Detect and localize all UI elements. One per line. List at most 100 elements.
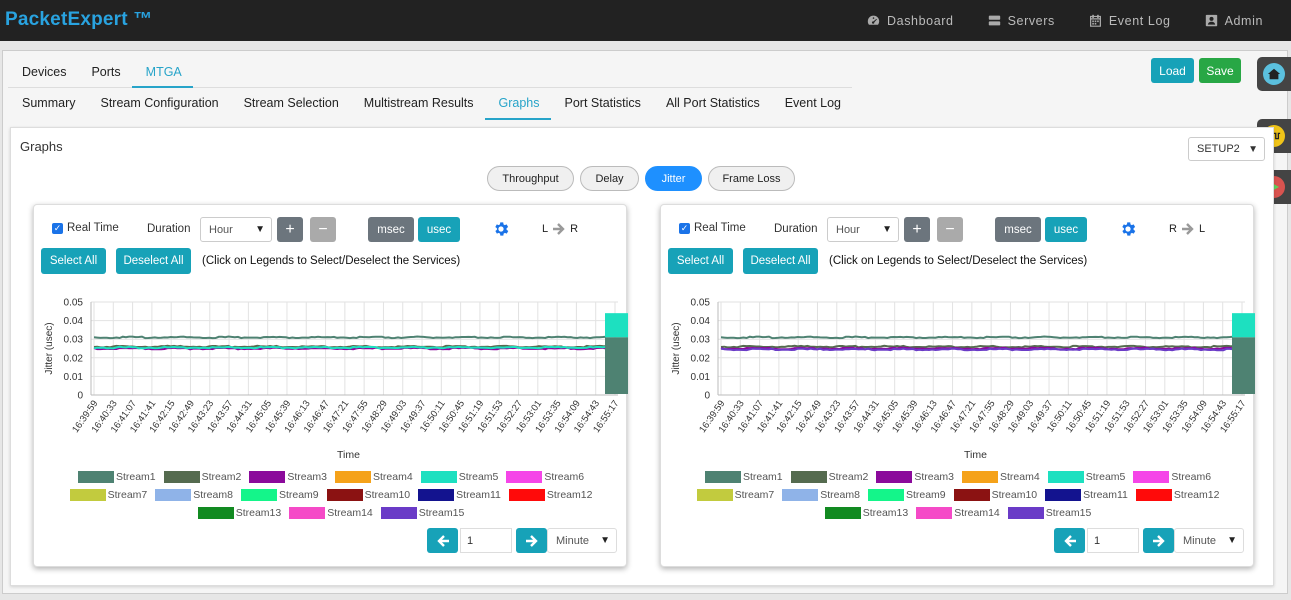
duration-value: Hour: [209, 223, 233, 236]
legend-item[interactable]: Stream10: [953, 489, 1037, 501]
legend-swatch: [77, 471, 114, 483]
tab-port-statistics[interactable]: Port Statistics: [551, 90, 652, 120]
tab-jitter[interactable]: Jitter: [645, 166, 702, 191]
realtime-label: Real Time: [694, 222, 746, 234]
checkbox-checked-icon[interactable]: ✓: [679, 222, 690, 234]
zoom-in-button[interactable]: +: [904, 217, 930, 242]
legend-item[interactable]: Stream10: [326, 489, 411, 501]
prev-page-button[interactable]: [1054, 528, 1085, 553]
tab-stream-configuration[interactable]: Stream Configuration: [86, 90, 229, 120]
legend-label: Stream13: [862, 507, 909, 519]
legend-item[interactable]: Stream8: [155, 489, 233, 501]
legend-item[interactable]: Stream12: [508, 489, 592, 501]
legend-item[interactable]: Stream1: [704, 471, 783, 483]
tab-event-log[interactable]: Event Log: [771, 90, 852, 120]
y-tick-label: 0.02: [64, 353, 84, 364]
tab-stream-selection[interactable]: Stream Selection: [230, 90, 350, 120]
plus-icon: +: [912, 220, 922, 238]
prev-page-button[interactable]: [427, 528, 458, 553]
nav-event-log[interactable]: Event Log: [1089, 14, 1171, 28]
page-unit-select[interactable]: Minute ▼: [1174, 528, 1244, 553]
deselect-all-button[interactable]: Deselect All: [116, 248, 191, 274]
legend-item[interactable]: Stream13: [197, 507, 282, 519]
gear-icon[interactable]: [1119, 220, 1137, 238]
usec-button[interactable]: usec: [418, 217, 460, 242]
legend-item[interactable]: Stream9: [240, 489, 319, 501]
tab-ports[interactable]: Ports: [77, 58, 131, 88]
legend-item[interactable]: Stream2: [163, 471, 241, 483]
primary-tabs: Devices Ports MTGA: [8, 58, 852, 88]
brand-logo[interactable]: PacketExpert ™: [5, 9, 152, 31]
tab-graphs[interactable]: Graphs: [484, 90, 551, 120]
usec-button[interactable]: usec: [1045, 217, 1087, 242]
duration-label: Duration: [774, 223, 818, 235]
tab-multistream-results[interactable]: Multistream Results: [350, 90, 485, 120]
deselect-all-button[interactable]: Deselect All: [743, 248, 818, 274]
legend-item[interactable]: Stream5: [1047, 471, 1126, 483]
zoom-in-button[interactable]: +: [277, 217, 303, 242]
zoom-out-button[interactable]: −: [310, 217, 336, 242]
select-all-button[interactable]: Select All: [668, 248, 733, 274]
legend-item[interactable]: Stream3: [876, 471, 954, 483]
legend-item[interactable]: Stream6: [1133, 471, 1211, 483]
legend-item[interactable]: Stream11: [1045, 489, 1128, 501]
legend-item[interactable]: Stream4: [335, 471, 413, 483]
select-all-button[interactable]: Select All: [41, 248, 106, 274]
legend-item[interactable]: Stream14: [916, 507, 1000, 519]
tab-delay[interactable]: Delay: [580, 166, 639, 191]
nav-event-log-label: Event Log: [1108, 13, 1171, 28]
legend-item[interactable]: Stream11: [418, 489, 501, 501]
time-pager: 1 Minute ▼: [1054, 528, 1244, 553]
duration-label: Duration: [147, 223, 191, 235]
legend-item[interactable]: Stream3: [249, 471, 327, 483]
gear-icon[interactable]: [492, 220, 510, 238]
legend-item[interactable]: Stream5: [420, 471, 498, 483]
legend-item[interactable]: Stream15: [380, 507, 464, 519]
page-input[interactable]: 1: [1087, 528, 1139, 553]
tab-throughput[interactable]: Throughput: [487, 166, 574, 191]
legend-item[interactable]: Stream6: [506, 471, 584, 483]
legend-label: Stream3: [287, 471, 327, 483]
legend-label: Stream10: [364, 489, 411, 501]
save-button[interactable]: Save: [1199, 58, 1241, 83]
realtime-toggle[interactable]: ✓ Real Time: [679, 222, 746, 234]
msec-button[interactable]: msec: [995, 217, 1041, 242]
legend-item[interactable]: Stream8: [782, 489, 860, 501]
duration-select[interactable]: Hour ▼: [200, 217, 272, 242]
tab-frame-loss[interactable]: Frame Loss: [708, 166, 795, 191]
duration-select[interactable]: Hour ▼: [827, 217, 899, 242]
legend-item[interactable]: Stream7: [69, 489, 147, 501]
legend-item[interactable]: Stream15: [1007, 507, 1091, 519]
side-home-button[interactable]: [1257, 57, 1291, 91]
legend-item[interactable]: Stream1: [77, 471, 156, 483]
legend-item[interactable]: Stream7: [696, 489, 774, 501]
nav-dashboard[interactable]: Dashboard: [867, 14, 954, 28]
tab-devices[interactable]: Devices: [8, 58, 77, 88]
zoom-out-button[interactable]: −: [937, 217, 963, 242]
legend-item[interactable]: Stream12: [1135, 489, 1219, 501]
checkbox-checked-icon[interactable]: ✓: [52, 222, 63, 234]
next-page-button[interactable]: [1143, 528, 1174, 553]
page-input[interactable]: 1: [460, 528, 512, 553]
legend-label: Stream13: [235, 507, 282, 519]
msec-button[interactable]: msec: [368, 217, 414, 242]
setup-select[interactable]: SETUP2 ▼: [1188, 137, 1265, 161]
nav-admin[interactable]: Admin: [1205, 14, 1263, 28]
legend-swatch: [876, 471, 913, 483]
legend-label: Stream5: [1085, 471, 1126, 483]
nav-servers[interactable]: Servers: [988, 14, 1055, 28]
tab-summary[interactable]: Summary: [8, 90, 86, 120]
tab-all-port-statistics[interactable]: All Port Statistics: [652, 90, 771, 120]
legend-swatch: [197, 507, 234, 519]
legend-label: Stream3: [914, 471, 954, 483]
tab-mtga[interactable]: MTGA: [131, 58, 193, 88]
legend-item[interactable]: Stream14: [289, 507, 373, 519]
page-unit-select[interactable]: Minute ▼: [547, 528, 617, 553]
legend-item[interactable]: Stream4: [962, 471, 1040, 483]
legend-item[interactable]: Stream9: [867, 489, 946, 501]
legend-item[interactable]: Stream13: [824, 507, 909, 519]
next-page-button[interactable]: [516, 528, 547, 553]
load-button[interactable]: Load: [1151, 58, 1194, 83]
legend-item[interactable]: Stream2: [790, 471, 868, 483]
realtime-toggle[interactable]: ✓ Real Time: [52, 222, 119, 234]
